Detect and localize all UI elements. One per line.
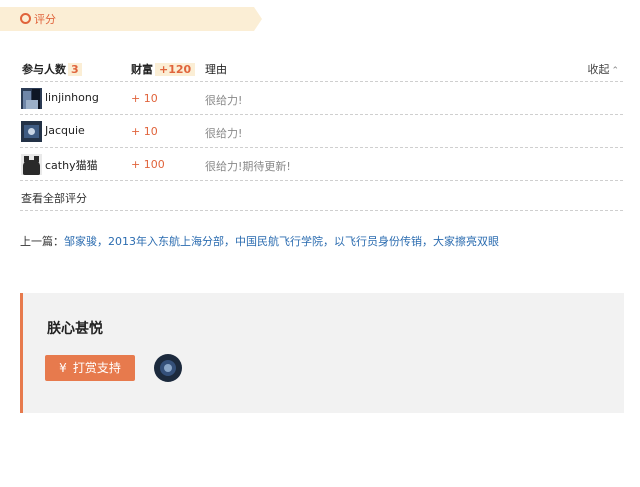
rating-tab: 评分 — [0, 7, 262, 31]
collapse-label: 收起 — [587, 63, 610, 76]
rating-reason: 很给力! — [205, 127, 243, 140]
rating-tab-title: 评分 — [34, 13, 56, 26]
reward-support-button[interactable]: ¥ 打赏支持 — [45, 355, 135, 381]
wealth-total-badge: +120 — [155, 63, 196, 76]
user-avatar[interactable] — [21, 154, 42, 175]
chevron-up-icon: ⌃ — [611, 66, 619, 76]
collapse-button[interactable]: 收起 ⌃ — [587, 61, 619, 77]
rating-table: 参与人数 3 财富 +120 理由 收起 ⌃ linjinhong + 10 很给力!… — [20, 55, 623, 211]
rating-row: cathy猫猫 + 100 很给力!期待更新! — [20, 148, 623, 181]
participants-label: 参与人数 — [22, 63, 66, 76]
supporter-avatar[interactable] — [154, 354, 182, 382]
reward-title: 朕心甚悦 — [47, 321, 103, 337]
reward-button-label: 打赏支持 — [72, 361, 121, 375]
circle-icon — [20, 13, 31, 24]
participants-header: 参与人数 3 — [22, 61, 82, 77]
reason-header: 理由 — [205, 63, 227, 76]
rater-username[interactable]: linjinhong — [45, 91, 99, 104]
rating-reason: 很给力!期待更新! — [205, 160, 291, 173]
rating-score: + 10 — [131, 125, 158, 138]
previous-post-link[interactable]: 邹家骏，2013年入东航上海分部，中国民航飞行学院，以飞行员身份传销，大家擦亮双… — [64, 235, 499, 248]
wealth-header: 财富 +120 — [131, 61, 196, 77]
rater-username[interactable]: Jacquie — [45, 124, 85, 137]
rating-reason: 很给力! — [205, 94, 243, 107]
view-all-ratings: 查看全部评分 — [20, 181, 623, 211]
rating-score: + 10 — [131, 92, 158, 105]
rating-row: linjinhong + 10 很给力! — [20, 82, 623, 115]
previous-post: 上一篇：邹家骏，2013年入东航上海分部，中国民航飞行学院，以飞行员身份传销，大… — [20, 233, 499, 249]
view-all-ratings-link[interactable]: 查看全部评分 — [21, 190, 87, 206]
reward-box: 朕心甚悦 ¥ 打赏支持 — [20, 293, 624, 413]
rater-username[interactable]: cathy猫猫 — [45, 157, 98, 173]
user-avatar[interactable] — [21, 121, 42, 142]
rating-score: + 100 — [131, 158, 165, 171]
yen-icon: ¥ — [59, 361, 67, 375]
wealth-label: 财富 — [131, 63, 153, 76]
participants-count-badge: 3 — [68, 63, 82, 76]
rating-table-header: 参与人数 3 财富 +120 理由 收起 ⌃ — [20, 55, 623, 82]
user-avatar[interactable] — [21, 88, 42, 109]
previous-post-label: 上一篇： — [20, 235, 64, 248]
rating-row: Jacquie + 10 很给力! — [20, 115, 623, 148]
